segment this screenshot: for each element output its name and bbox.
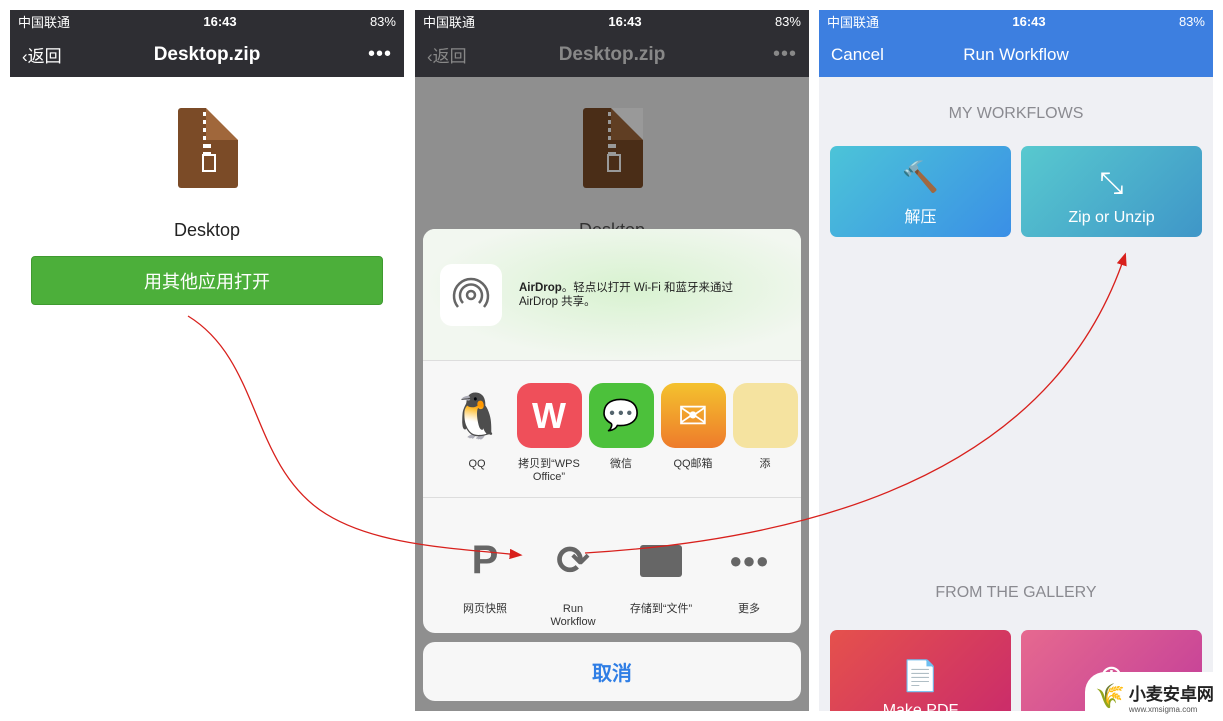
arrow-to-run-workflow: [187, 315, 523, 560]
watermark-logo: 🌾 小麦安卓网 www.xmsigma.com: [1085, 672, 1223, 721]
arrow-to-zip-workflow: [584, 252, 1127, 554]
annotation-arrows: [187, 252, 1127, 560]
